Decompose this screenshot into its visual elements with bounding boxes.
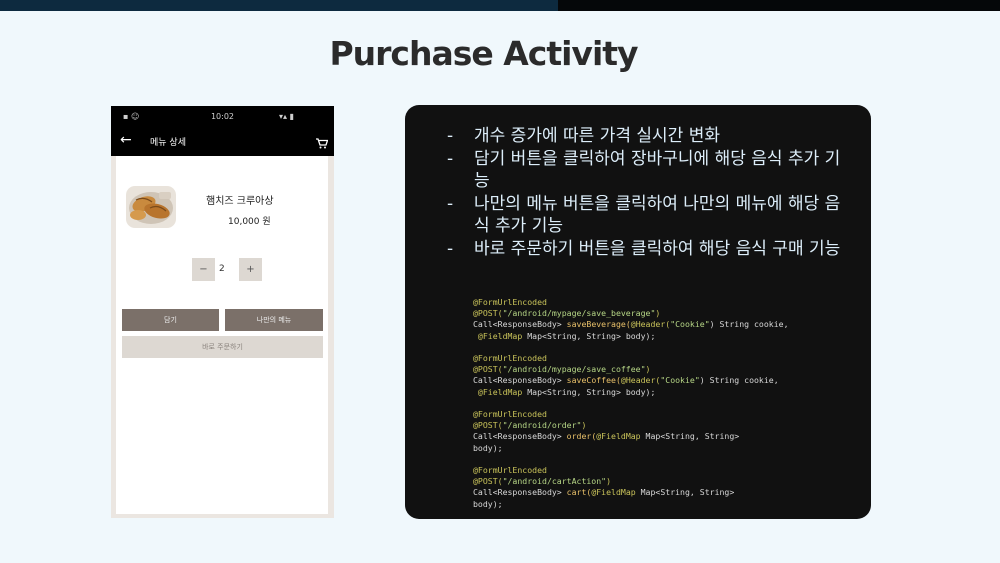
detail-content: 햄치즈 크루아상 10,000 원 − 2 + 담기 나만의 메뉴 바로 주문하… <box>116 156 328 514</box>
code-line: body); <box>473 443 853 454</box>
code-token: cart( <box>566 487 592 498</box>
code-token: @FieldMap <box>591 487 641 498</box>
code-token: "Cookie" <box>670 319 710 330</box>
top-accent-bar-left <box>0 0 558 11</box>
code-token: @FormUrlEncoded <box>473 297 547 307</box>
code-token: @FieldMap <box>473 330 528 341</box>
product-price: 10,000 원 <box>228 217 271 227</box>
code-token: "/android/cartAction" <box>502 476 607 487</box>
croissant-image <box>124 184 178 230</box>
code-token: Call<ResponseBody> <box>473 487 567 498</box>
code-line: Call<ResponseBody> cart(@FieldMap Map<St… <box>473 487 853 498</box>
feature-text: 바로 주문하기 버튼을 클릭하여 해당 음식 구매 기능 <box>474 238 841 259</box>
app-bar-title: 메뉴 상세 <box>150 138 186 148</box>
code-line: Call<ResponseBody> saveBeverage(@Header(… <box>473 319 853 330</box>
code-token: "/android/mypage/save_beverage" <box>502 308 656 319</box>
code-line: Call<ResponseBody> order(@FieldMap Map<S… <box>473 431 853 442</box>
code-token: @FormUrlEncoded <box>473 409 547 420</box>
status-icons-right: ▾▴ ▮ <box>279 112 294 121</box>
code-line: @POST("/android/mypage/save_beverage") <box>473 308 853 319</box>
bullet-dash: - <box>447 238 454 259</box>
code-token: body); <box>473 498 503 509</box>
feature-item: - 담기 버튼을 클릭하여 장바구니에 해당 음식 추가 기능 <box>447 148 847 193</box>
feature-item: - 바로 주문하기 버튼을 클릭하여 해당 음식 구매 기능 <box>447 238 847 261</box>
code-line: Call<ResponseBody> saveCoffee(@Header("C… <box>473 375 853 386</box>
cart-icon[interactable] <box>316 134 329 153</box>
code-token: @POST( <box>473 364 503 375</box>
order-now-button[interactable]: 바로 주문하기 <box>122 336 323 358</box>
feature-item: - 나만의 메뉴 버튼을 클릭하여 나만의 메뉴에 해당 음식 추가 기능 <box>447 193 847 238</box>
code-token: ) <box>606 476 612 487</box>
code-token: @FormUrlEncoded <box>473 465 547 476</box>
add-to-cart-button[interactable]: 담기 <box>122 309 219 331</box>
code-line: @POST("/android/mypage/save_coffee") <box>473 364 853 375</box>
code-snippet: @FormUrlEncoded @POST("/android/mypage/sa… <box>473 297 853 510</box>
code-token: @POST( <box>473 308 503 319</box>
code-token: ) <box>581 420 587 431</box>
feature-text: 개수 증가에 따른 가격 실시간 변화 <box>474 126 720 146</box>
code-line: @FormUrlEncoded <box>473 409 853 420</box>
code-token: saveCoffee( <box>566 375 621 386</box>
code-token: @FieldMap <box>596 431 646 442</box>
my-menu-button[interactable]: 나만의 메뉴 <box>225 309 323 331</box>
bullet-dash: - <box>447 193 454 214</box>
app-bar: ← 메뉴 상세 <box>111 127 334 156</box>
code-token: "/android/mypage/save_coffee" <box>502 364 646 375</box>
feature-text: 담기 버튼을 클릭하여 장바구니에 해당 음식 추가 기능 <box>474 148 841 192</box>
phone-screenshot: ▪ ☺ 10:02 ▾▴ ▮ ← 메뉴 상세 햄치즈 크루아상 10,000 원… <box>111 106 334 518</box>
code-token: @POST( <box>473 420 503 431</box>
code-line: @POST("/android/cartAction") <box>473 476 853 487</box>
code-token: Map<String, String> <box>645 431 740 442</box>
code-line: @FieldMap Map<String, String> body); <box>473 331 853 342</box>
code-token: ) <box>655 308 661 319</box>
feature-text: 나만의 메뉴 버튼을 클릭하여 나만의 메뉴에 해당 음식 추가 기능 <box>474 193 841 237</box>
code-line: @POST("/android/order") <box>473 420 853 431</box>
code-line: @FormUrlEncoded <box>473 297 853 308</box>
code-token: @FieldMap <box>473 386 528 397</box>
status-time: 10:02 <box>210 112 235 121</box>
code-token: Map<String, String> <box>640 487 735 498</box>
code-token: "Cookie" <box>660 375 700 386</box>
code-token: body); <box>473 442 503 453</box>
quantity-plus-button[interactable]: + <box>239 258 262 281</box>
code-token: saveBeverage( <box>566 319 631 330</box>
bullet-dash: - <box>447 148 454 169</box>
code-token: "/android/order" <box>502 420 582 431</box>
bullet-dash: - <box>447 126 454 146</box>
status-bar: ▪ ☺ 10:02 ▾▴ ▮ <box>111 106 334 127</box>
product-name: 햄치즈 크루아상 <box>206 196 274 207</box>
code-line: @FieldMap Map<String, String> body); <box>473 387 853 398</box>
code-line: body); <box>473 499 853 510</box>
quantity-minus-button[interactable]: − <box>192 258 215 281</box>
code-token: @Header( <box>630 319 671 330</box>
code-token: order( <box>566 431 597 442</box>
code-token: @FormUrlEncoded <box>473 353 547 364</box>
code-token: Map<String, String> body); <box>527 386 656 397</box>
code-token: @POST( <box>473 476 503 487</box>
code-token: ) <box>645 364 651 375</box>
code-token: @Header( <box>620 375 661 386</box>
code-token: Map<String, String> body); <box>527 330 656 341</box>
top-accent-bar-right <box>558 0 1000 11</box>
code-line: @FormUrlEncoded <box>473 465 853 476</box>
code-token: ) String cookie, <box>709 319 789 330</box>
code-token: Call<ResponseBody> <box>473 375 567 386</box>
feature-item: - 개수 증가에 따른 가격 실시간 변화 <box>447 125 847 148</box>
feature-list: - 개수 증가에 따른 가격 실시간 변화 - 담기 버튼을 클릭하여 장바구니에 … <box>447 125 847 260</box>
code-token: Call<ResponseBody> <box>473 319 567 330</box>
quantity-value: 2 <box>219 264 225 274</box>
code-token: ) String cookie, <box>699 375 779 386</box>
code-line: @FormUrlEncoded <box>473 353 853 364</box>
code-token: Call<ResponseBody> <box>473 431 567 442</box>
back-arrow-icon[interactable]: ← <box>120 132 132 148</box>
slide-title: Purchase Activity <box>329 34 638 73</box>
feature-panel: - 개수 증가에 따른 가격 실시간 변화 - 담기 버튼을 클릭하여 장바구니에 … <box>405 105 871 519</box>
